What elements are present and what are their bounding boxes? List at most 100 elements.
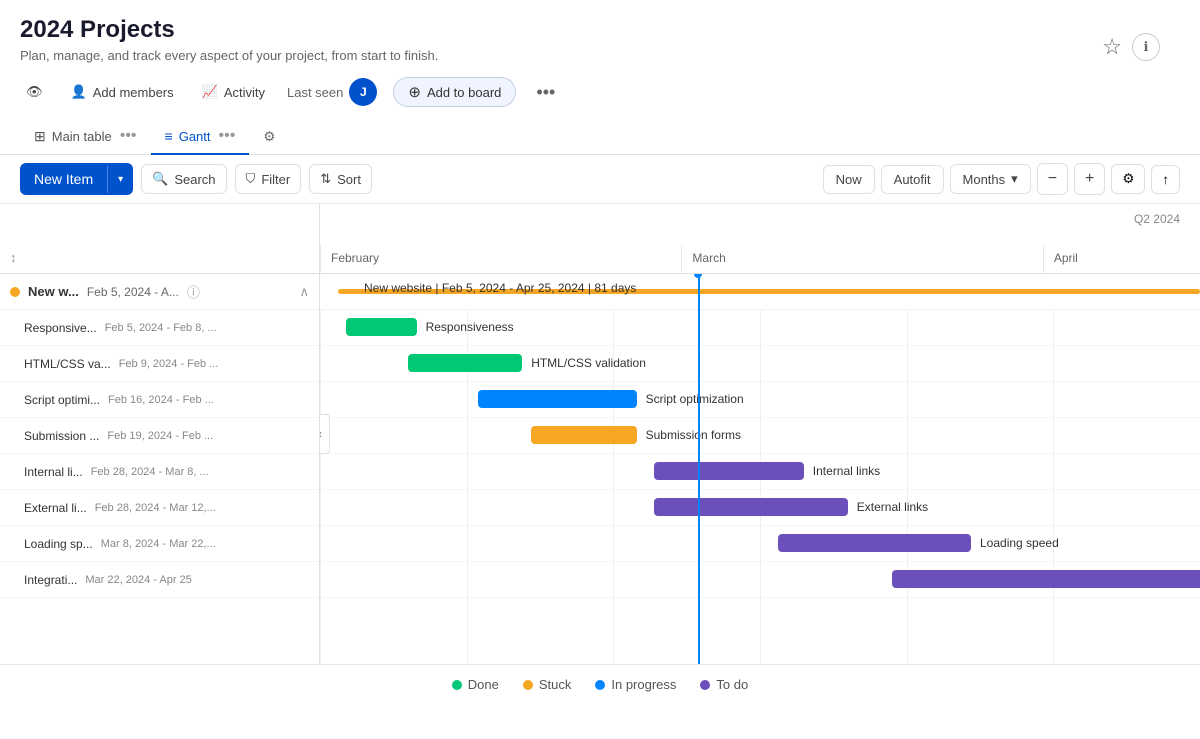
- task-bar-responsiveness[interactable]: [346, 318, 416, 336]
- group-collapse-icon[interactable]: ∧: [299, 284, 309, 300]
- march-label: March: [681, 245, 1042, 273]
- filter-button[interactable]: ⛉ Filter: [235, 164, 302, 194]
- eye-icon: 👁: [26, 84, 43, 100]
- eye-icon-button[interactable]: 👁: [20, 80, 49, 104]
- task-row: Integrati... Mar 22, 2024 - Apr 25: [0, 562, 319, 598]
- task-bar-submission[interactable]: [531, 426, 637, 444]
- task-bar-label: Submission forms: [646, 428, 741, 442]
- task-bar-label: HTML/CSS validation: [531, 356, 646, 370]
- task-dates: Mar 22, 2024 - Apr 25: [85, 574, 191, 586]
- task-bar-label: External links: [857, 500, 928, 514]
- activity-label: Activity: [224, 85, 265, 100]
- task-dates: Feb 16, 2024 - Feb ...: [108, 394, 214, 406]
- task-name: Responsive...: [24, 321, 97, 335]
- task-group-header: New w... Feb 5, 2024 - A... ⓘ ∧: [0, 274, 319, 310]
- info-button[interactable]: ℹ: [1132, 33, 1160, 61]
- tab-gantt[interactable]: ≡ Gantt •••: [151, 119, 250, 155]
- task-name: Submission ...: [24, 429, 99, 443]
- group-name: New w...: [28, 284, 79, 299]
- now-button[interactable]: Now: [823, 165, 875, 194]
- new-item-button[interactable]: New Item ▾: [20, 163, 133, 195]
- export-button[interactable]: ↑: [1151, 165, 1180, 194]
- task-dates: Feb 28, 2024 - Mar 12,...: [95, 502, 216, 514]
- last-seen-label: Last seen: [287, 85, 343, 100]
- task-name: HTML/CSS va...: [24, 357, 111, 371]
- to-do-dot: [700, 680, 710, 690]
- person-icon: 👤: [71, 84, 87, 100]
- task-dates: Mar 8, 2024 - Mar 22,...: [101, 538, 216, 550]
- task-row: External li... Feb 28, 2024 - Mar 12,...: [0, 490, 319, 526]
- task-name: Integrati...: [24, 573, 77, 587]
- months-dropdown[interactable]: Months ▾: [950, 164, 1031, 194]
- done-label: Done: [468, 677, 499, 692]
- task-bar-external-links[interactable]: [654, 498, 848, 516]
- activity-button[interactable]: 📈 Activity: [196, 80, 271, 104]
- task-name: External li...: [24, 501, 87, 515]
- table-icon: ⊞: [34, 128, 46, 145]
- task-row: Submission ... Feb 19, 2024 - Feb ...: [0, 418, 319, 454]
- panel-collapse-handle[interactable]: ‹: [320, 414, 330, 454]
- task-row: Internal li... Feb 28, 2024 - Mar 8, ...: [0, 454, 319, 490]
- gantt-more[interactable]: •••: [219, 127, 236, 145]
- task-bar-label: Internal links: [813, 464, 880, 478]
- stuck-label: Stuck: [539, 677, 572, 692]
- zoom-out-button[interactable]: −: [1037, 163, 1068, 195]
- zoom-in-button[interactable]: +: [1074, 163, 1105, 195]
- legend-done: Done: [452, 677, 499, 692]
- task-row: Responsive... Feb 5, 2024 - Feb 8, ...: [0, 310, 319, 346]
- gantt-icon: ≡: [165, 128, 173, 144]
- autofit-button[interactable]: Autofit: [881, 165, 944, 194]
- gantt-label: Gantt: [179, 129, 211, 144]
- main-table-more[interactable]: •••: [120, 127, 137, 145]
- more-options-button[interactable]: •••: [532, 78, 559, 107]
- group-dates: Feb 5, 2024 - A...: [87, 285, 179, 299]
- task-dates: Feb 5, 2024 - Feb 8, ...: [105, 322, 217, 334]
- add-members-label: Add members: [93, 85, 174, 100]
- done-dot: [452, 680, 462, 690]
- february-label: February: [320, 245, 681, 273]
- settings-tab-button[interactable]: ⚙: [257, 123, 281, 151]
- resize-arrows-icon[interactable]: ↕: [10, 250, 17, 265]
- task-bar-html-css[interactable]: [408, 354, 522, 372]
- search-icon: 🔍: [152, 171, 168, 187]
- main-table-label: Main table: [52, 129, 112, 144]
- search-label: Search: [174, 172, 215, 187]
- add-members-button[interactable]: 👤 Add members: [65, 80, 180, 104]
- sort-button[interactable]: ⇅ Sort: [309, 164, 372, 194]
- star-button[interactable]: ☆: [1102, 33, 1122, 61]
- group-color-dot: [10, 287, 20, 297]
- page-title: 2024 Projects: [20, 16, 438, 44]
- add-to-board-label: Add to board: [427, 85, 501, 100]
- task-dates: Feb 9, 2024 - Feb ...: [119, 358, 219, 370]
- legend-stuck: Stuck: [523, 677, 572, 692]
- dropdown-arrow-icon[interactable]: ▾: [107, 166, 133, 193]
- task-name: Loading sp...: [24, 537, 93, 551]
- task-bar-integration[interactable]: [892, 570, 1200, 588]
- task-name: Script optimi...: [24, 393, 100, 407]
- task-dates: Feb 19, 2024 - Feb ...: [107, 430, 213, 442]
- legend-to-do: To do: [700, 677, 748, 692]
- add-to-board-button[interactable]: ⊕ Add to board: [393, 77, 516, 107]
- search-button[interactable]: 🔍 Search: [141, 164, 226, 194]
- months-label: Months: [963, 172, 1006, 187]
- task-bar-label: Script optimization: [646, 392, 744, 406]
- filter-icon: ⛉: [246, 171, 256, 187]
- gantt-settings-button[interactable]: ⚙: [1111, 164, 1145, 194]
- tab-main-table[interactable]: ⊞ Main table •••: [20, 119, 151, 155]
- task-bar-script[interactable]: [478, 390, 636, 408]
- task-bar-label: Loading speed: [980, 536, 1059, 550]
- to-do-label: To do: [716, 677, 748, 692]
- task-row: Script optimi... Feb 16, 2024 - Feb ...: [0, 382, 319, 418]
- task-dates: Feb 28, 2024 - Mar 8, ...: [91, 466, 209, 478]
- sort-icon: ⇅: [320, 171, 331, 187]
- avatar: J: [349, 78, 377, 106]
- in-progress-label: In progress: [611, 677, 676, 692]
- plus-circle-icon: ⊕: [408, 83, 421, 101]
- april-label: April: [1043, 245, 1200, 273]
- task-bar-internal-links[interactable]: [654, 462, 804, 480]
- task-name: Internal li...: [24, 465, 83, 479]
- task-bar-label: Responsiveness: [426, 320, 514, 334]
- group-info-icon[interactable]: ⓘ: [187, 282, 200, 301]
- task-bar-loading-speed[interactable]: [778, 534, 972, 552]
- legend-in-progress: In progress: [595, 677, 676, 692]
